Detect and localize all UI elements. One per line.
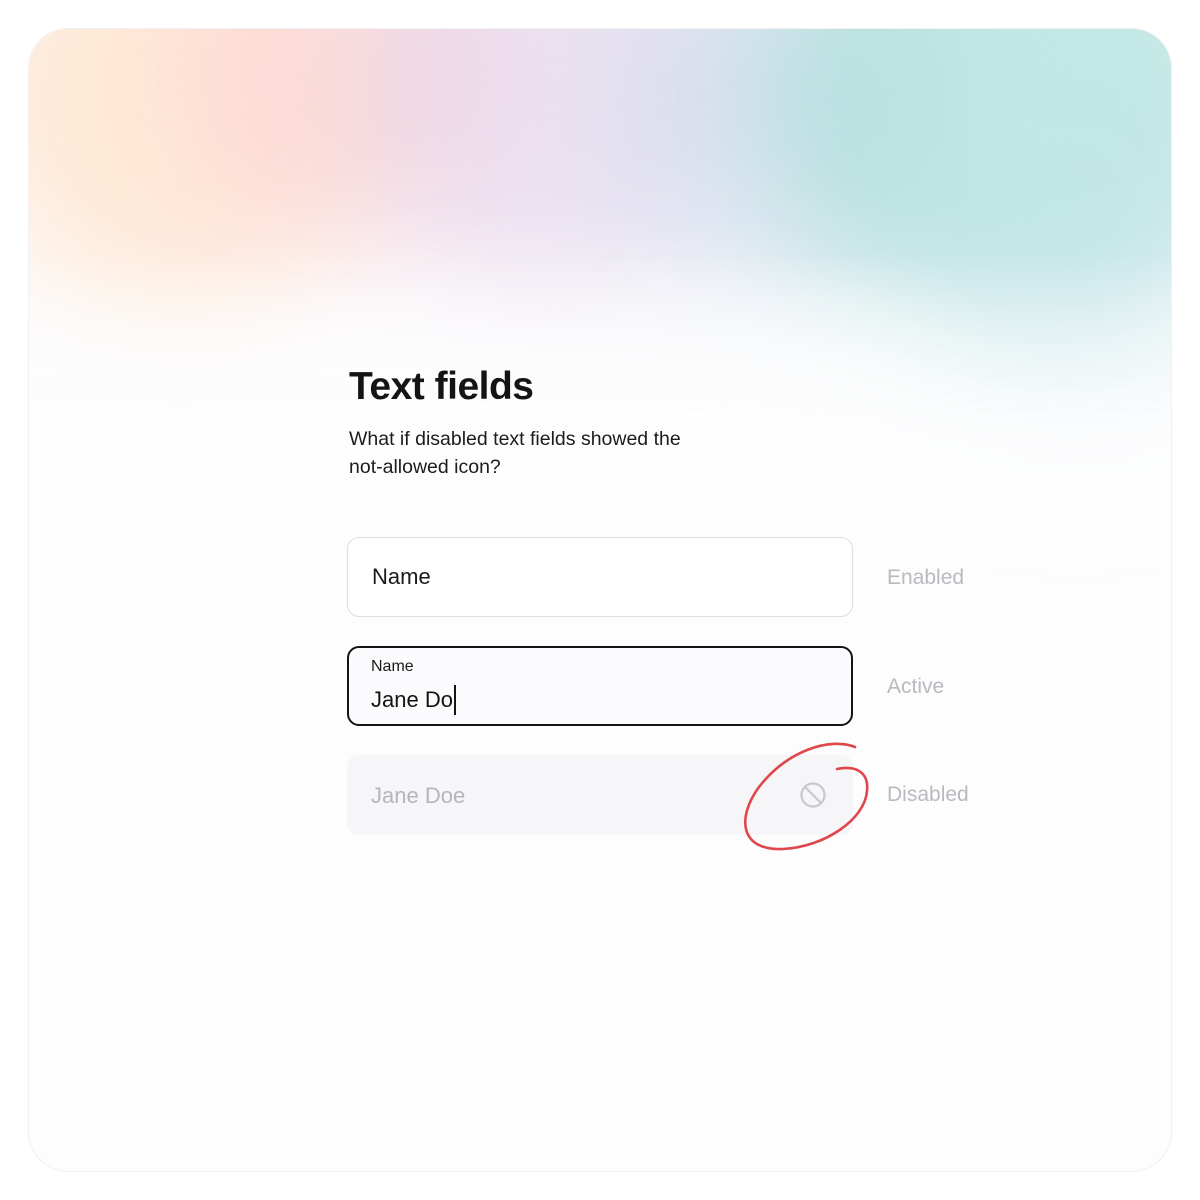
- name-field-floating-label: Name: [371, 658, 414, 675]
- page-subtitle: What if disabled text fields showed the …: [349, 428, 681, 478]
- name-field-active[interactable]: Name Jane Do: [347, 646, 853, 726]
- showcase-card: Text fields What if disabled text fields…: [28, 28, 1172, 1172]
- page-title: Text fields: [349, 365, 534, 408]
- name-field-disabled: Jane Doe: [347, 755, 853, 835]
- name-field-placeholder: Name: [372, 564, 431, 589]
- background-fade: [29, 249, 1171, 569]
- name-field-disabled-value: Jane Doe: [371, 783, 466, 808]
- name-field-value-wrapper: Jane Do: [371, 685, 456, 715]
- text-caret: [453, 685, 456, 715]
- name-field-enabled[interactable]: Name: [347, 537, 853, 617]
- not-allowed-icon: [800, 782, 826, 808]
- name-field-value: Jane Do: [371, 687, 453, 712]
- state-label-active: Active: [887, 675, 945, 698]
- state-label-disabled: Disabled: [887, 783, 969, 806]
- state-label-enabled: Enabled: [887, 566, 965, 589]
